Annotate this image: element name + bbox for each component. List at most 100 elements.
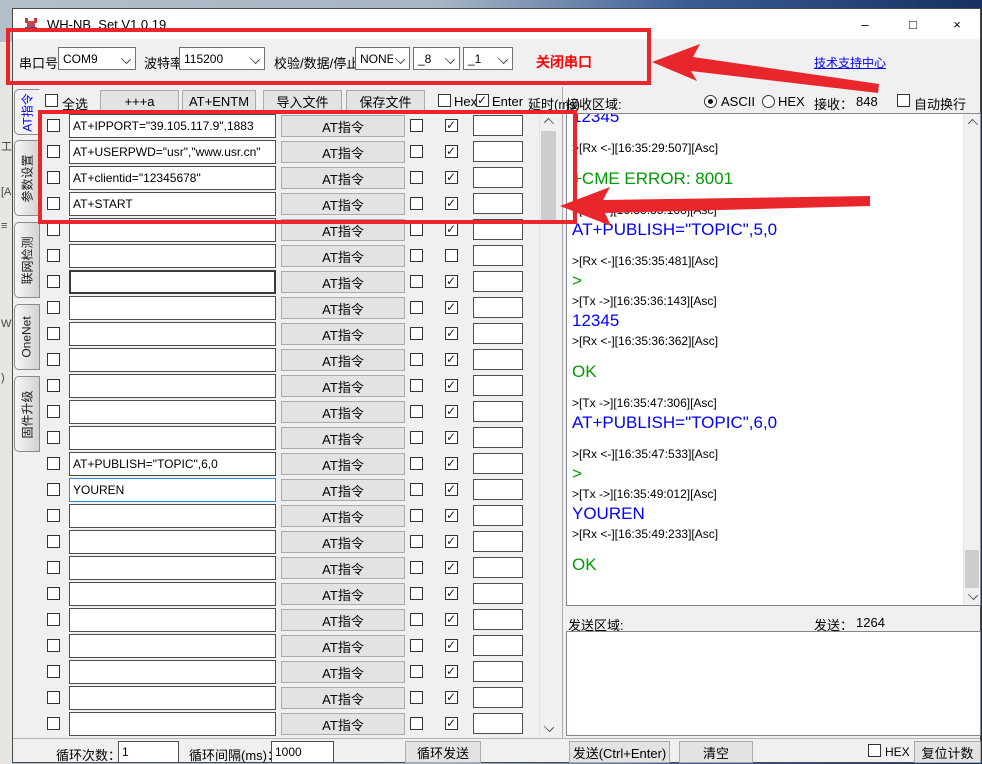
loop-interval-input[interactable] — [271, 741, 334, 763]
at-command-send-button[interactable]: AT指令 — [281, 635, 405, 657]
row-hex-checkbox[interactable] — [410, 353, 423, 366]
save-file-button[interactable]: 保存文件 — [346, 90, 425, 112]
command-input[interactable] — [69, 296, 276, 320]
maximize-button[interactable]: □ — [890, 9, 936, 39]
command-input[interactable] — [69, 374, 276, 398]
command-input[interactable] — [69, 192, 276, 216]
row-delay-input[interactable] — [473, 609, 523, 630]
row-select-checkbox[interactable] — [47, 483, 60, 496]
row-enter-checkbox[interactable] — [445, 587, 458, 600]
row-select-checkbox[interactable] — [47, 613, 60, 626]
row-enter-checkbox[interactable] — [445, 145, 458, 158]
row-select-checkbox[interactable] — [47, 405, 60, 418]
row-enter-checkbox[interactable] — [445, 327, 458, 340]
row-delay-input[interactable] — [473, 245, 523, 266]
send-hex-checkbox[interactable] — [868, 744, 881, 757]
row-select-checkbox[interactable] — [47, 171, 60, 184]
row-enter-checkbox[interactable] — [445, 613, 458, 626]
row-hex-checkbox[interactable] — [410, 249, 423, 262]
row-select-checkbox[interactable] — [47, 301, 60, 314]
row-delay-input[interactable] — [473, 505, 523, 526]
row-hex-checkbox[interactable] — [410, 275, 423, 288]
row-hex-checkbox[interactable] — [410, 561, 423, 574]
at-command-send-button[interactable]: AT指令 — [281, 427, 405, 449]
ascii-radio[interactable] — [704, 95, 717, 108]
row-enter-checkbox[interactable] — [445, 639, 458, 652]
row-hex-checkbox[interactable] — [410, 171, 423, 184]
at-command-send-button[interactable]: AT指令 — [281, 687, 405, 709]
row-delay-input[interactable] — [473, 531, 523, 552]
row-delay-input[interactable] — [473, 271, 523, 292]
command-input[interactable] — [69, 712, 276, 736]
row-select-checkbox[interactable] — [47, 327, 60, 340]
row-hex-checkbox[interactable] — [410, 301, 423, 314]
at-command-send-button[interactable]: AT指令 — [281, 713, 405, 735]
at-command-send-button[interactable]: AT指令 — [281, 297, 405, 319]
at-command-send-button[interactable]: AT指令 — [281, 271, 405, 293]
com-port-select[interactable]: COM9 — [58, 47, 136, 70]
loop-count-input[interactable] — [118, 741, 179, 763]
command-input[interactable] — [69, 166, 276, 190]
at-command-send-button[interactable]: AT指令 — [281, 453, 405, 475]
command-input[interactable] — [69, 530, 276, 554]
at-command-send-button[interactable]: AT指令 — [281, 375, 405, 397]
at-command-send-button[interactable]: AT指令 — [281, 557, 405, 579]
command-input[interactable] — [69, 608, 276, 632]
scroll-up-arrow-icon[interactable] — [964, 114, 980, 131]
row-select-checkbox[interactable] — [47, 509, 60, 522]
row-hex-checkbox[interactable] — [410, 431, 423, 444]
stop-bits-select[interactable]: _1 — [463, 47, 513, 70]
row-enter-checkbox[interactable] — [445, 535, 458, 548]
scroll-down-arrow-icon[interactable] — [964, 588, 980, 605]
command-input[interactable] — [69, 634, 276, 658]
row-enter-checkbox[interactable] — [445, 301, 458, 314]
row-hex-checkbox[interactable] — [410, 483, 423, 496]
command-input[interactable] — [69, 504, 276, 528]
auto-wrap-checkbox[interactable] — [897, 94, 910, 107]
at-entm-button[interactable]: AT+ENTM — [182, 90, 256, 112]
row-delay-input[interactable] — [473, 115, 523, 136]
command-input[interactable] — [69, 348, 276, 372]
command-input[interactable] — [69, 452, 276, 476]
row-enter-checkbox[interactable] — [445, 249, 458, 262]
tech-support-link[interactable]: 技术支持中心 — [814, 54, 886, 71]
command-input[interactable] — [69, 660, 276, 684]
loop-send-button[interactable]: 循环发送 — [405, 741, 481, 763]
send-textarea[interactable] — [566, 631, 981, 736]
row-select-checkbox[interactable] — [47, 665, 60, 678]
hex-column-checkbox[interactable] — [438, 94, 451, 107]
parity-select[interactable]: NONE — [355, 47, 410, 70]
command-input[interactable] — [69, 140, 276, 164]
import-file-button[interactable]: 导入文件 — [263, 90, 342, 112]
row-delay-input[interactable] — [473, 375, 523, 396]
row-enter-checkbox[interactable] — [445, 431, 458, 444]
row-select-checkbox[interactable] — [47, 197, 60, 210]
row-select-checkbox[interactable] — [47, 457, 60, 470]
send-button[interactable]: 发送(Ctrl+Enter) — [569, 741, 670, 763]
command-input[interactable] — [69, 322, 276, 346]
at-command-send-button[interactable]: AT指令 — [281, 479, 405, 501]
at-command-send-button[interactable]: AT指令 — [281, 115, 405, 137]
data-bits-select[interactable]: _8 — [413, 47, 460, 70]
scrollbar-thumb[interactable] — [965, 550, 979, 588]
row-delay-input[interactable] — [473, 453, 523, 474]
row-select-checkbox[interactable] — [47, 639, 60, 652]
row-hex-checkbox[interactable] — [410, 119, 423, 132]
at-command-send-button[interactable]: AT指令 — [281, 583, 405, 605]
row-hex-checkbox[interactable] — [410, 587, 423, 600]
row-delay-input[interactable] — [473, 323, 523, 344]
command-input[interactable] — [69, 114, 276, 138]
scroll-up-arrow-icon[interactable] — [540, 113, 557, 130]
reset-counter-button[interactable]: 复位计数 — [914, 741, 981, 763]
at-command-send-button[interactable]: AT指令 — [281, 401, 405, 423]
row-delay-input[interactable] — [473, 479, 523, 500]
row-select-checkbox[interactable] — [47, 145, 60, 158]
close-serial-port-button[interactable]: 关闭串口 — [536, 52, 592, 72]
at-command-send-button[interactable]: AT指令 — [281, 141, 405, 163]
row-hex-checkbox[interactable] — [410, 457, 423, 470]
row-select-checkbox[interactable] — [47, 691, 60, 704]
row-select-checkbox[interactable] — [47, 119, 60, 132]
receive-panel[interactable]: 12345>[Rx <-][16:35:29:507][Asc]+CME ERR… — [566, 113, 981, 606]
minimize-button[interactable]: – — [842, 9, 888, 39]
command-input[interactable] — [69, 582, 276, 606]
